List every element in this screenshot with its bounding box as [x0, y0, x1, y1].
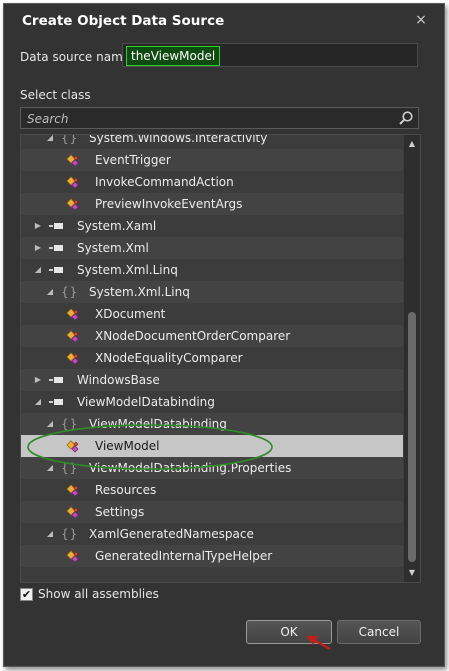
cancel-button[interactable]: Cancel: [337, 620, 421, 644]
class-icon: [66, 440, 79, 453]
class-icon: [66, 176, 79, 189]
tree-class-row[interactable]: Resources: [21, 479, 403, 501]
scroll-up-icon[interactable]: ▲: [404, 137, 420, 151]
expanded-arrow-icon[interactable]: ◢: [33, 259, 43, 281]
tree-namespace-row[interactable]: ◢ {} ViewModelDatabinding.Properties: [21, 457, 403, 479]
close-icon[interactable]: ×: [412, 11, 430, 29]
tree-item-label: Settings: [95, 505, 145, 519]
scroll-down-icon[interactable]: ▼: [404, 566, 420, 580]
collapsed-arrow-icon[interactable]: ▶: [33, 369, 43, 391]
tree-class-row[interactable]: ViewModel: [21, 435, 403, 457]
class-tree[interactable]: ◢ {} System.Windows.Interactivity EventTrig…: [20, 134, 421, 583]
tree-assembly-row[interactable]: ◢ System.Xml.Linq: [21, 259, 403, 281]
tree-item-label: Resources: [95, 483, 157, 497]
data-source-name-value[interactable]: theViewModel: [126, 46, 221, 66]
tree-item-label: System.Xml.Linq: [89, 285, 190, 299]
data-source-name-label: Data source name: [20, 50, 131, 64]
assembly-icon: [49, 377, 63, 383]
tree-class-row[interactable]: GeneratedInternalTypeHelper: [21, 545, 403, 567]
tree-assembly-row[interactable]: ▶ System.Xaml: [21, 215, 403, 237]
tree-item-label: XamlGeneratedNamespace: [89, 527, 254, 541]
class-icon: [66, 330, 79, 343]
tree-item-label: XDocument: [95, 307, 166, 321]
tree-item-label: EventTrigger: [95, 153, 171, 167]
tree-namespace-row[interactable]: ◢ {} ViewModelDatabinding: [21, 413, 403, 435]
show-all-assemblies-checkbox[interactable]: ✔: [20, 588, 33, 601]
expanded-arrow-icon[interactable]: ◢: [33, 391, 43, 413]
class-icon: [66, 506, 79, 519]
tree-assembly-row[interactable]: ▶ WindowsBase: [21, 369, 403, 391]
tree-namespace-row[interactable]: ◢ {} XamlGeneratedNamespace: [21, 523, 403, 545]
tree-item-label: WindowsBase: [77, 373, 160, 387]
tree-scrollbar[interactable]: ▲ ▼: [404, 135, 420, 582]
show-all-assemblies-label[interactable]: Show all assemblies: [38, 587, 159, 601]
assembly-icon: [49, 245, 63, 251]
tree-item-label: XNodeEqualityComparer: [95, 351, 243, 365]
class-icon: [66, 154, 79, 167]
class-tree-rows: ◢ {} System.Windows.Interactivity EventTrig…: [21, 134, 403, 567]
tree-item-label: System.Windows.Interactivity: [89, 134, 268, 145]
class-icon: [66, 308, 79, 321]
tree-class-row[interactable]: XDocument: [21, 303, 403, 325]
tree-class-row[interactable]: XNodeEqualityComparer: [21, 347, 403, 369]
tree-item-label: System.Xml: [77, 241, 149, 255]
tree-item-label: XNodeDocumentOrderComparer: [95, 329, 291, 343]
collapsed-arrow-icon[interactable]: ▶: [33, 237, 43, 259]
class-icon: [66, 550, 79, 563]
search-icon[interactable]: [398, 110, 414, 126]
namespace-icon: {}: [61, 417, 79, 431]
assembly-icon: [49, 223, 63, 229]
expanded-arrow-icon[interactable]: ◢: [45, 413, 55, 435]
tree-class-row[interactable]: Settings: [21, 501, 403, 523]
search-box[interactable]: [20, 107, 419, 129]
tree-item-label: ViewModelDatabinding: [77, 395, 215, 409]
tree-namespace-row[interactable]: ◢ {} System.Windows.Interactivity: [21, 134, 403, 149]
dialog-title: Create Object Data Source: [22, 13, 225, 29]
expanded-arrow-icon[interactable]: ◢: [45, 457, 55, 479]
class-icon: [66, 484, 79, 497]
data-source-name-input[interactable]: theViewModel: [122, 43, 418, 67]
expanded-arrow-icon[interactable]: ◢: [45, 281, 55, 303]
namespace-icon: {}: [61, 461, 79, 475]
tree-item-label: GeneratedInternalTypeHelper: [95, 549, 273, 563]
search-input[interactable]: [25, 109, 389, 129]
tree-class-row[interactable]: XNodeDocumentOrderComparer: [21, 325, 403, 347]
namespace-icon: {}: [61, 527, 79, 541]
tree-item-label: InvokeCommandAction: [95, 175, 234, 189]
tree-namespace-row[interactable]: ◢ {} System.Xml.Linq: [21, 281, 403, 303]
class-icon: [66, 198, 79, 211]
namespace-icon: {}: [61, 134, 79, 145]
tree-class-row[interactable]: InvokeCommandAction: [21, 171, 403, 193]
scrollbar-thumb[interactable]: [408, 312, 416, 562]
expanded-arrow-icon[interactable]: ◢: [45, 523, 55, 545]
tree-item-label: ViewModelDatabinding.Properties: [89, 461, 292, 475]
expanded-arrow-icon[interactable]: ◢: [45, 135, 55, 149]
collapsed-arrow-icon[interactable]: ▶: [33, 215, 43, 237]
tree-class-row[interactable]: EventTrigger: [21, 149, 403, 171]
tree-class-row[interactable]: PreviewInvokeEventArgs: [21, 193, 403, 215]
assembly-icon: [49, 267, 63, 273]
ok-button[interactable]: OK: [246, 620, 332, 644]
assembly-icon: [49, 399, 63, 405]
tree-assembly-row[interactable]: ▶ System.Xml: [21, 237, 403, 259]
tree-assembly-row[interactable]: ◢ ViewModelDatabinding: [21, 391, 403, 413]
tree-item-label: ViewModelDatabinding: [89, 417, 227, 431]
select-class-label: Select class: [20, 88, 91, 102]
tree-item-label: System.Xml.Linq: [77, 263, 178, 277]
tree-item-label: ViewModel: [95, 439, 160, 453]
namespace-icon: {}: [61, 285, 79, 299]
class-icon: [66, 352, 79, 365]
tree-item-label: PreviewInvokeEventArgs: [95, 197, 243, 211]
tree-item-label: System.Xaml: [77, 219, 157, 233]
